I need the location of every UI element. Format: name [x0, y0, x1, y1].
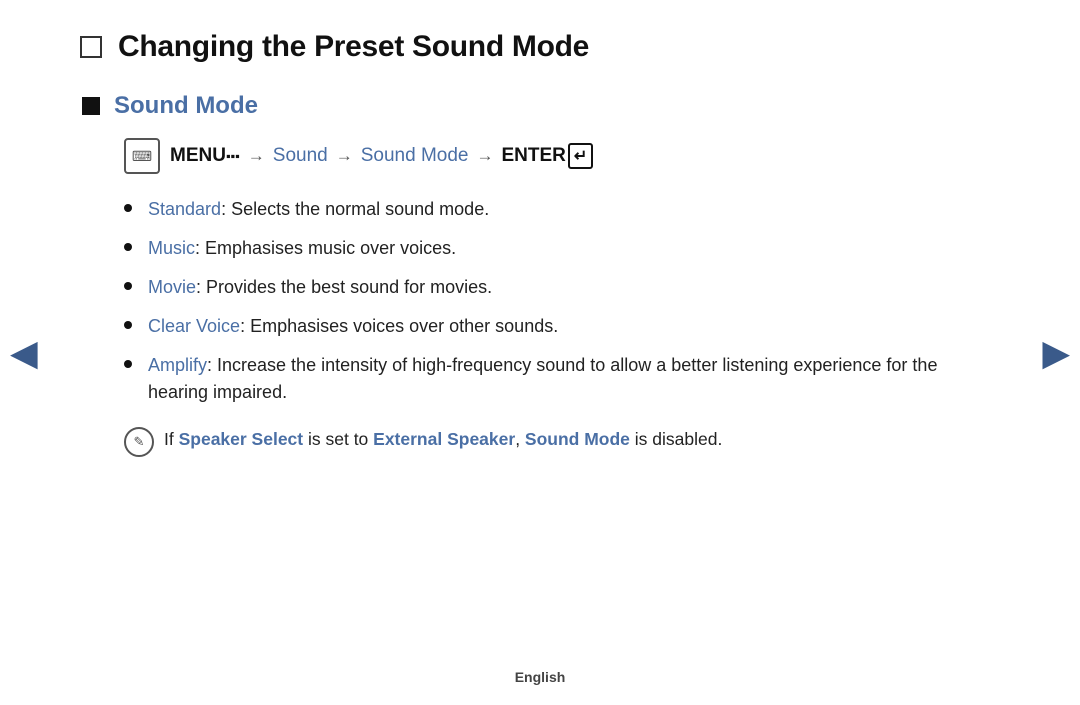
bullet-dot-icon: [124, 282, 132, 290]
enter-label: ENTER↵: [501, 143, 593, 169]
page-container: Changing the Preset Sound Mode Sound Mod…: [0, 0, 1080, 705]
section-square-icon: [82, 97, 100, 115]
arrow-icon-1: →: [248, 146, 265, 166]
menu-sound-mode-link: Sound Mode: [361, 145, 469, 167]
bullet-dot-icon: [124, 204, 132, 212]
note-suffix: is disabled.: [630, 429, 722, 449]
desc-music: : Emphasises music over voices.: [195, 238, 456, 258]
note-text: If Speaker Select is set to External Spe…: [164, 426, 722, 452]
list-item: Movie: Provides the best sound for movie…: [124, 274, 1000, 301]
menu-keyboard-icon: ⌨: [124, 138, 160, 174]
term-clear-voice: Clear Voice: [148, 316, 240, 336]
bullet-list: Standard: Selects the normal sound mode.…: [124, 196, 1000, 406]
menu-path: ⌨ MENU▪▪▪ → Sound → Sound Mode → ENTER↵: [124, 138, 1000, 174]
bullet-dot-icon: [124, 321, 132, 329]
note-prefix: If: [164, 429, 179, 449]
note-sound-mode: Sound Mode: [525, 429, 630, 449]
arrow-icon-3: →: [476, 146, 493, 166]
note-pencil-icon: ✎: [124, 427, 154, 457]
heading-checkbox-icon: [80, 36, 102, 58]
arrow-icon-2: →: [336, 146, 353, 166]
list-item: Standard: Selects the normal sound mode.: [124, 196, 1000, 223]
bullet-dot-icon: [124, 360, 132, 368]
menu-sound-link: Sound: [273, 145, 328, 167]
desc-amplify: : Increase the intensity of high-frequen…: [148, 355, 937, 402]
desc-clear-voice: : Emphasises voices over other sounds.: [240, 316, 558, 336]
menu-label: MENU▪▪▪: [170, 145, 240, 167]
term-movie: Movie: [148, 277, 196, 297]
bullet-dot-icon: [124, 243, 132, 251]
section-title: Sound Mode: [114, 92, 258, 120]
list-item: Music: Emphasises music over voices.: [124, 235, 1000, 262]
note-line: ✎ If Speaker Select is set to External S…: [124, 426, 1000, 457]
page-footer: English: [0, 669, 1080, 685]
term-standard: Standard: [148, 199, 221, 219]
term-amplify: Amplify: [148, 355, 207, 375]
note-external-speaker: External Speaker: [373, 429, 515, 449]
note-separator: ,: [515, 429, 525, 449]
enter-icon: ↵: [568, 143, 593, 169]
section-heading: Sound Mode: [82, 92, 1000, 120]
nav-right-arrow[interactable]: ▶: [1042, 335, 1070, 371]
page-title: Changing the Preset Sound Mode: [118, 30, 589, 64]
list-item: Amplify: Increase the intensity of high-…: [124, 352, 1000, 406]
term-music: Music: [148, 238, 195, 258]
main-heading: Changing the Preset Sound Mode: [80, 30, 1000, 64]
note-middle1: is set to: [303, 429, 373, 449]
nav-left-arrow[interactable]: ◀: [10, 335, 38, 371]
footer-language: English: [515, 669, 566, 685]
desc-movie: : Provides the best sound for movies.: [196, 277, 492, 297]
list-item: Clear Voice: Emphasises voices over othe…: [124, 313, 1000, 340]
desc-standard: : Selects the normal sound mode.: [221, 199, 489, 219]
note-speaker-select: Speaker Select: [179, 429, 304, 449]
